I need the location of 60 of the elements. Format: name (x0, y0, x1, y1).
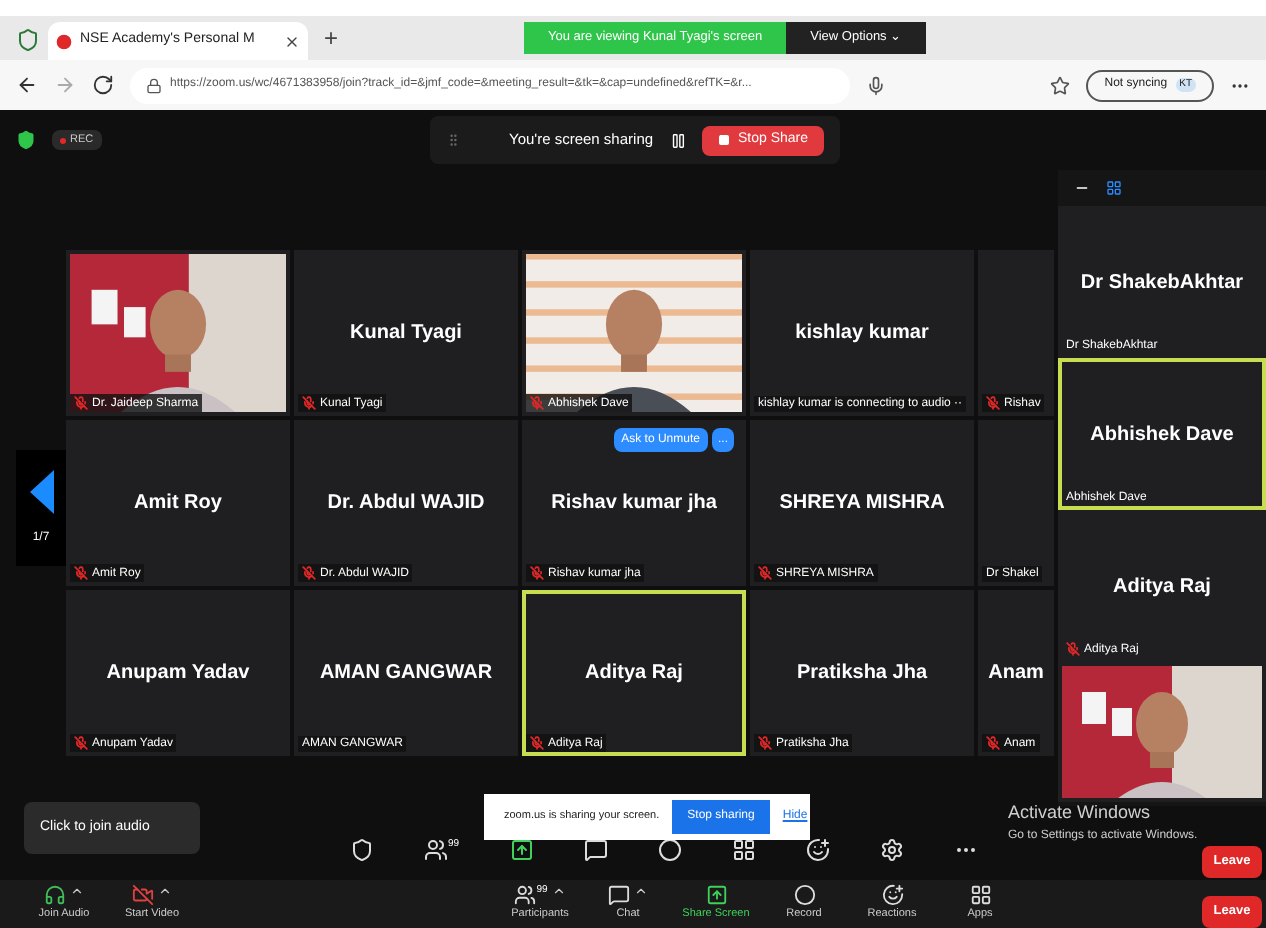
left-arrow-icon[interactable] (29, 469, 53, 513)
muted-mic-icon (530, 736, 544, 750)
participant-name: Anupam Yadav (106, 660, 250, 688)
muted-mic-icon (74, 566, 88, 580)
people-icon (514, 884, 537, 907)
refresh-icon[interactable] (92, 74, 114, 96)
caret-icon[interactable] (551, 884, 566, 899)
muted-mic-icon (530, 566, 544, 580)
chat-bubble-icon[interactable] (583, 838, 608, 862)
caret-icon[interactable] (70, 884, 84, 899)
participant-name: Dr ShakebAkhtar (1080, 269, 1244, 297)
muted-mic-icon (302, 566, 316, 580)
participant-name: kishlay kumar (795, 320, 929, 348)
apps-icon (969, 884, 991, 907)
participant-name: Abhishek Dave (1090, 421, 1234, 449)
muted-mic-icon (758, 736, 772, 750)
chat-bubble-icon (608, 884, 630, 907)
muted-mic-icon (758, 566, 772, 580)
participant-name: Aditya Raj (1113, 573, 1211, 601)
grip-icon[interactable] (446, 132, 461, 148)
caret-icon[interactable] (634, 884, 648, 899)
activation-title: Activate Windows (1008, 800, 1153, 826)
pause-icon[interactable] (669, 131, 686, 149)
people-icon[interactable] (424, 838, 448, 862)
muted-mic-icon (74, 396, 88, 410)
mic-icon (866, 75, 886, 95)
video-off-icon (132, 884, 154, 907)
headphones-icon (44, 884, 66, 907)
participant-name: Aditya Raj (585, 660, 683, 688)
participant-name: Amit Roy (134, 490, 222, 518)
stop-icon (717, 134, 730, 146)
muted-mic-icon (302, 396, 316, 410)
record-icon[interactable] (657, 838, 682, 862)
participant-name: Anam (988, 660, 1044, 688)
smiley-plus-icon (881, 884, 903, 907)
muted-mic-icon (1066, 642, 1080, 656)
participant-name: SHREYA MISHRA (779, 490, 945, 518)
muted-mic-icon (986, 396, 1000, 410)
muted-mic-icon (74, 736, 88, 750)
muted-mic-icon (530, 396, 544, 410)
participant-name: AMAN GANGWAR (319, 660, 493, 688)
shield-icon (16, 28, 40, 52)
caret-icon[interactable] (158, 884, 172, 899)
muted-mic-icon (986, 736, 1000, 750)
lock-icon (146, 77, 162, 93)
shield-icon (16, 130, 36, 150)
record-icon (793, 884, 815, 907)
smiley-plus-icon[interactable] (805, 838, 830, 862)
participant-name: Rishav kumar jha (551, 490, 717, 518)
new-tab-button[interactable]: + (316, 20, 347, 56)
shield-icon[interactable] (350, 838, 374, 862)
back-icon[interactable] (16, 74, 38, 96)
grid-icon[interactable] (731, 838, 756, 862)
close-icon[interactable] (284, 33, 300, 49)
settings-icon[interactable] (879, 838, 904, 862)
star-icon[interactable] (1050, 75, 1071, 95)
record-dot-icon (56, 33, 72, 49)
participant-name: Kunal Tyagi (350, 320, 462, 348)
participant-name: Dr. Abdul WAJID (327, 490, 485, 518)
participant-name: Pratiksha Jha (796, 660, 928, 688)
